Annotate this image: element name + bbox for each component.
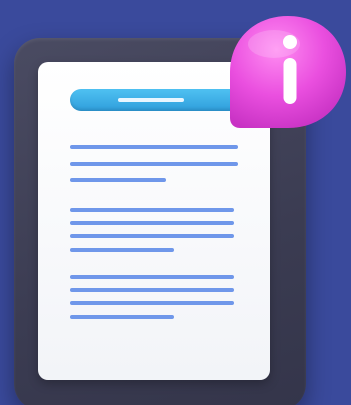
text-line bbox=[70, 145, 238, 149]
text-line bbox=[70, 288, 234, 292]
text-line bbox=[70, 315, 174, 319]
text-line bbox=[70, 208, 234, 212]
text-line bbox=[70, 301, 234, 305]
document-header-line bbox=[118, 98, 184, 102]
text-line bbox=[70, 162, 238, 166]
info-icon bbox=[230, 16, 346, 128]
text-line bbox=[70, 275, 234, 279]
text-line bbox=[70, 248, 174, 252]
text-line bbox=[70, 178, 166, 182]
text-line bbox=[70, 221, 234, 225]
illustration bbox=[0, 0, 351, 405]
text-line bbox=[70, 234, 234, 238]
